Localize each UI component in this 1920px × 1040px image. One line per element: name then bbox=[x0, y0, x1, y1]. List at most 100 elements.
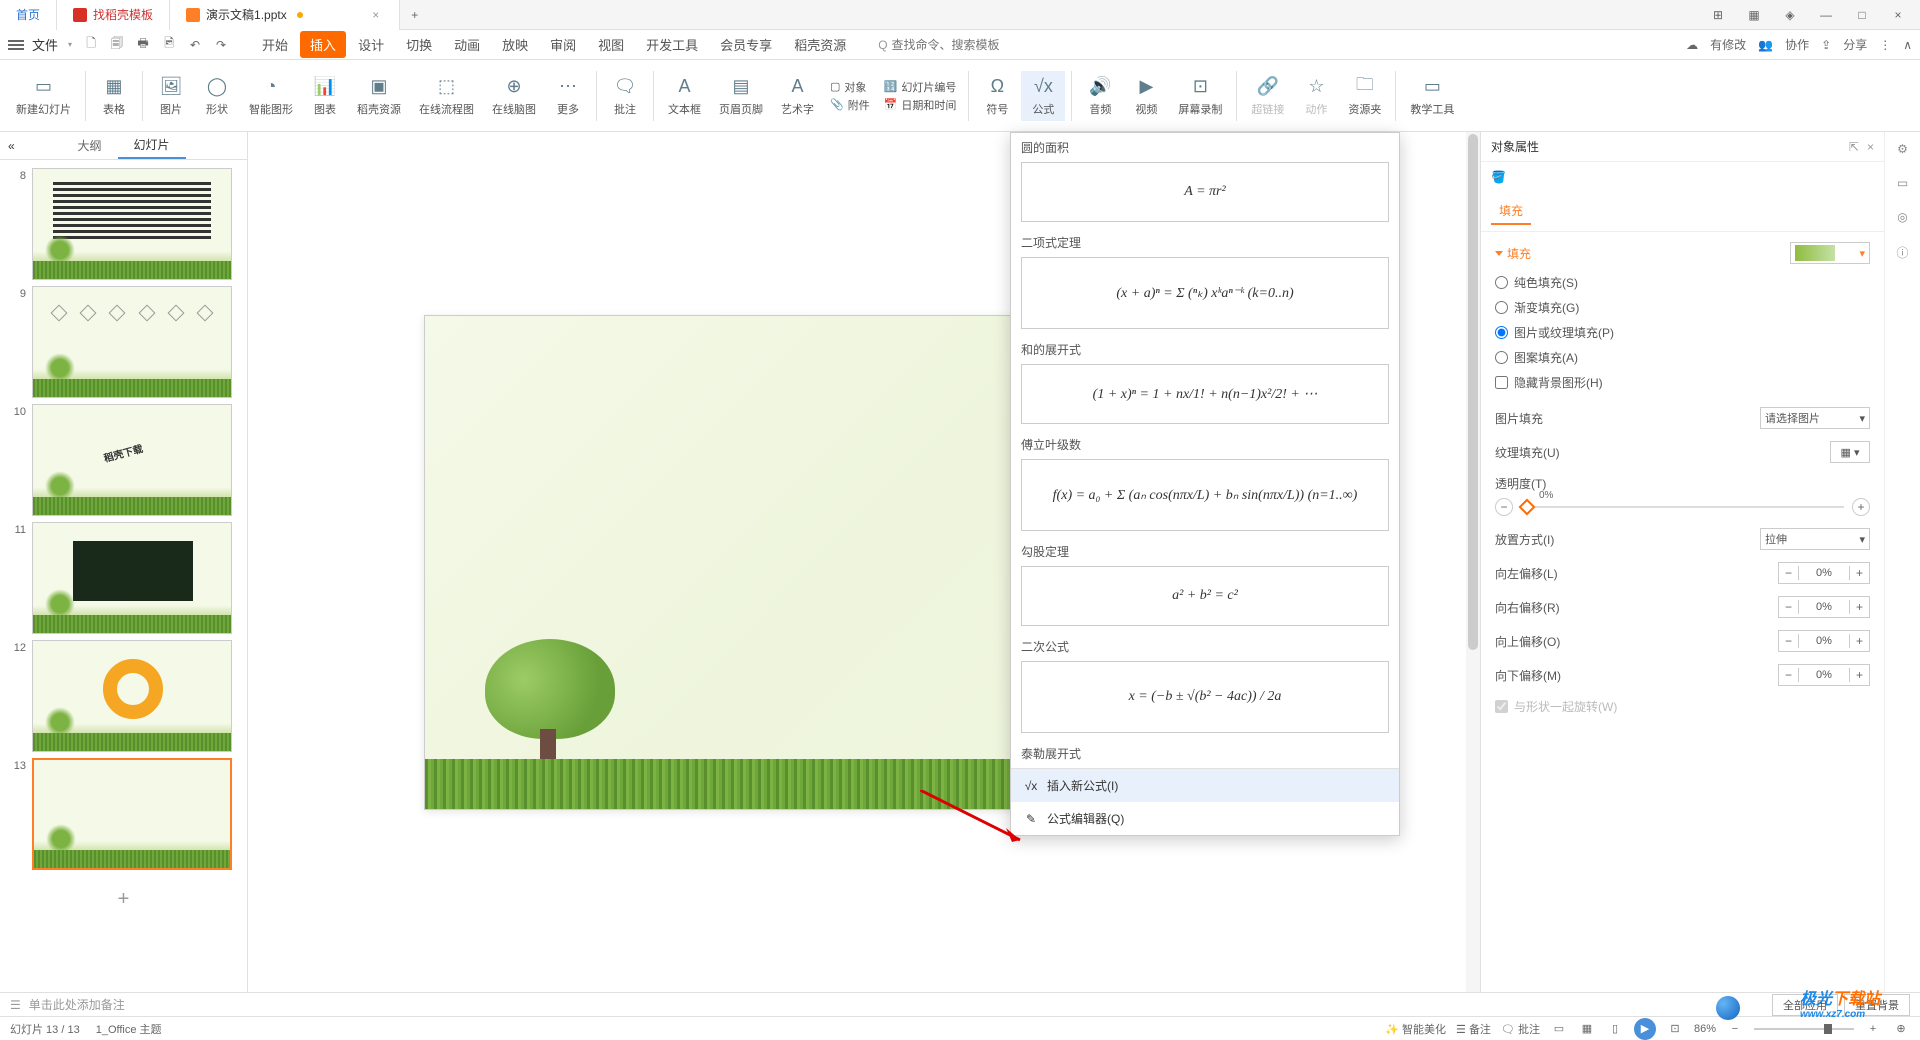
zoom-slider[interactable] bbox=[1754, 1028, 1854, 1030]
tab-animation[interactable]: 动画 bbox=[444, 31, 490, 58]
redo-icon[interactable]: ↷ bbox=[212, 36, 230, 54]
ribbon-hyperlink[interactable]: 🔗超链接 bbox=[1243, 71, 1292, 121]
add-slide-row[interactable]: + bbox=[8, 876, 239, 923]
placement-select[interactable]: 拉伸▾ bbox=[1760, 528, 1870, 550]
search-input[interactable] bbox=[892, 38, 1012, 52]
collapse-icon[interactable]: « bbox=[8, 139, 15, 153]
zoom-out-button[interactable]: − bbox=[1726, 1020, 1744, 1038]
ribbon-comment[interactable]: 🗨批注 bbox=[603, 71, 647, 121]
tab-member[interactable]: 会员专享 bbox=[710, 31, 782, 58]
fit-window-icon[interactable]: ⊕ bbox=[1892, 1020, 1910, 1038]
collapse-ribbon-icon[interactable]: ∧ bbox=[1903, 38, 1912, 52]
radio-gradient-fill[interactable]: 渐变填充(G) bbox=[1495, 299, 1870, 316]
plus-button[interactable]: + bbox=[1849, 668, 1869, 682]
add-tab-button[interactable]: + bbox=[400, 8, 430, 22]
ribbon-resources[interactable]: 🗀资源夹 bbox=[1340, 71, 1389, 121]
formula-preset-quadratic[interactable]: x = (−b ± √(b² − 4ac)) / 2a bbox=[1021, 661, 1389, 733]
ribbon-slide-number[interactable]: 🔢 幻灯片编号 bbox=[884, 79, 957, 95]
target-icon[interactable]: ◎ bbox=[1897, 210, 1907, 224]
picture-fill-select[interactable]: 请选择图片▾ bbox=[1760, 407, 1870, 429]
tab-docell-templates[interactable]: 找稻壳模板 bbox=[57, 0, 170, 30]
checkbox-hide-bg[interactable]: 隐藏背景图形(H) bbox=[1495, 374, 1870, 391]
sorter-view-icon[interactable]: ▦ bbox=[1578, 1020, 1596, 1038]
notes-placeholder[interactable]: 单击此处添加备注 bbox=[29, 996, 125, 1013]
reading-view-icon[interactable]: ▯ bbox=[1606, 1020, 1624, 1038]
plus-button[interactable]: + bbox=[1849, 634, 1869, 648]
fill-color-picker[interactable]: ▾ bbox=[1790, 242, 1870, 264]
radio-solid-fill[interactable]: 纯色填充(S) bbox=[1495, 274, 1870, 291]
tab-developer[interactable]: 开发工具 bbox=[636, 31, 708, 58]
tab-review[interactable]: 审阅 bbox=[540, 31, 586, 58]
maximize-button[interactable]: □ bbox=[1848, 8, 1876, 22]
settings-icon[interactable]: ⚙ bbox=[1897, 142, 1908, 156]
ribbon-mindmap[interactable]: ⊕在线脑图 bbox=[484, 71, 544, 121]
radio-picture-fill[interactable]: 图片或纹理填充(P) bbox=[1495, 324, 1870, 341]
ribbon-formula[interactable]: √x公式 bbox=[1021, 71, 1065, 121]
texture-fill-select[interactable]: ▦ ▾ bbox=[1830, 441, 1870, 463]
minus-button[interactable]: − bbox=[1779, 566, 1799, 580]
pending-label[interactable]: 有修改 bbox=[1710, 36, 1746, 53]
tab-home[interactable]: 首页 bbox=[0, 0, 57, 30]
opacity-slider[interactable]: − 0% + bbox=[1495, 498, 1870, 516]
search-box[interactable]: Q bbox=[878, 38, 1011, 52]
open-icon[interactable]: 🗐 bbox=[108, 36, 126, 54]
ribbon-smartart[interactable]: ◔智能图形 bbox=[241, 71, 301, 121]
formula-preset-pythagoras[interactable]: a² + b² = c² bbox=[1021, 566, 1389, 626]
minus-button[interactable]: − bbox=[1495, 498, 1513, 516]
ribbon-attachment[interactable]: 📎 附件 bbox=[830, 97, 870, 113]
layout-icon[interactable]: ⊞ bbox=[1704, 8, 1732, 22]
more-icon[interactable]: ⋮ bbox=[1879, 38, 1891, 52]
plus-button[interactable]: + bbox=[1849, 566, 1869, 580]
ribbon-flowchart[interactable]: ⬚在线流程图 bbox=[411, 71, 482, 121]
undo-icon[interactable]: ↶ bbox=[186, 36, 204, 54]
minus-button[interactable]: − bbox=[1779, 668, 1799, 682]
ribbon-textbox[interactable]: A文本框 bbox=[660, 71, 709, 121]
ribbon-more[interactable]: ⋯更多 bbox=[546, 71, 590, 121]
ribbon-header-footer[interactable]: ▤页眉页脚 bbox=[711, 71, 771, 121]
ribbon-action[interactable]: ☆动作 bbox=[1294, 71, 1338, 121]
fill-section-title[interactable]: 填充 ▾ bbox=[1495, 242, 1870, 264]
insert-new-formula[interactable]: √x 插入新公式(I) bbox=[1011, 769, 1399, 802]
ribbon-datetime[interactable]: 📅 日期和时间 bbox=[884, 97, 957, 113]
fill-tab[interactable]: 填充 bbox=[1491, 198, 1531, 225]
ribbon-table[interactable]: ▦表格 bbox=[92, 71, 136, 121]
offset-left-spinner[interactable]: −0%+ bbox=[1778, 562, 1870, 584]
info-icon[interactable]: ⓘ bbox=[1896, 244, 1908, 261]
thumbnail-10[interactable]: 10稻壳下载 bbox=[8, 404, 239, 516]
ribbon-shapes[interactable]: ◯形状 bbox=[195, 71, 239, 121]
thumbnail-9[interactable]: 9 bbox=[8, 286, 239, 398]
tab-outline[interactable]: 大纲 bbox=[61, 133, 117, 158]
plus-button[interactable]: + bbox=[1852, 498, 1870, 516]
zoom-handle[interactable] bbox=[1824, 1024, 1832, 1034]
share-label[interactable]: 分享 bbox=[1843, 36, 1867, 53]
print-preview-icon[interactable]: 🖻 bbox=[160, 36, 178, 54]
coop-label[interactable]: 协作 bbox=[1785, 36, 1809, 53]
formula-editor[interactable]: ✎ 公式编辑器(Q) bbox=[1011, 802, 1399, 835]
ribbon-docell-res[interactable]: ▣稻壳资源 bbox=[349, 71, 409, 121]
tab-slideshow[interactable]: 放映 bbox=[492, 31, 538, 58]
close-icon[interactable]: × bbox=[369, 8, 383, 22]
new-icon[interactable]: 🗋 bbox=[82, 36, 100, 54]
ribbon-screen-record[interactable]: ⊡屏幕录制 bbox=[1170, 71, 1230, 121]
zoom-in-button[interactable]: + bbox=[1864, 1020, 1882, 1038]
offset-right-spinner[interactable]: −0%+ bbox=[1778, 596, 1870, 618]
thumbnail-8[interactable]: 8 bbox=[8, 168, 239, 280]
tab-insert[interactable]: 插入 bbox=[300, 31, 346, 58]
fit-icon[interactable]: ⊡ bbox=[1666, 1020, 1684, 1038]
grid-icon[interactable]: ▦ bbox=[1740, 8, 1768, 22]
formula-preset-fourier[interactable]: f(x) = a₀ + Σ (aₙ cos(nπx/L) + bₙ sin(nπ… bbox=[1021, 459, 1389, 531]
props-category-icon[interactable]: 🪣 bbox=[1481, 162, 1884, 192]
formula-preset-area[interactable]: A = πr² bbox=[1021, 162, 1389, 222]
smart-beautify-button[interactable]: ✨ 智能美化 bbox=[1385, 1021, 1446, 1037]
close-icon[interactable]: × bbox=[1867, 140, 1874, 154]
ribbon-new-slide[interactable]: ▭新建幻灯片 bbox=[8, 71, 79, 121]
thumbnail-13[interactable]: 13 bbox=[8, 758, 239, 870]
slideshow-button[interactable]: ▶ bbox=[1634, 1018, 1656, 1040]
formula-preset-expansion[interactable]: (1 + x)ⁿ = 1 + nx/1! + n(n−1)x²/2! + ⋯ bbox=[1021, 364, 1389, 424]
radio-pattern-fill[interactable]: 图案填充(A) bbox=[1495, 349, 1870, 366]
ribbon-wordart[interactable]: A艺术字 bbox=[773, 71, 822, 121]
ribbon-picture[interactable]: 🖼图片 bbox=[149, 71, 193, 121]
thumbnail-11[interactable]: 11 bbox=[8, 522, 239, 634]
ribbon-object[interactable]: ▢ 对象 bbox=[830, 79, 870, 95]
ribbon-chart[interactable]: 📊图表 bbox=[303, 71, 347, 121]
